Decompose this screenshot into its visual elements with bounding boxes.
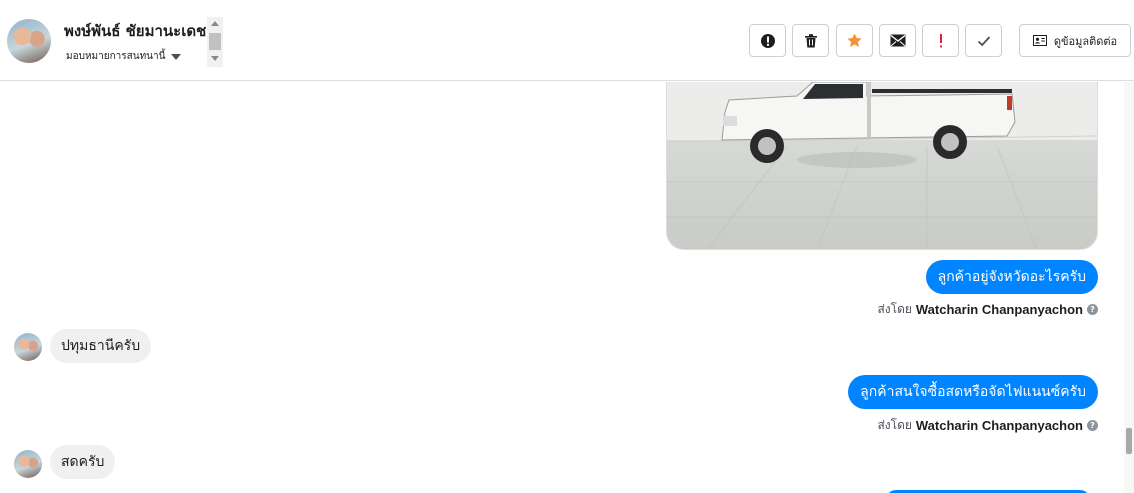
- mark-spam-button[interactable]: [749, 24, 786, 57]
- scroll-thumb[interactable]: [209, 33, 221, 50]
- pickup-truck-photo: [667, 82, 1097, 249]
- sent-by-prefix: ส่งโดย: [877, 418, 912, 432]
- contact-avatar-small[interactable]: [14, 333, 42, 361]
- contact-name[interactable]: พงษ์พันธ์ ชัยมานะเดช: [64, 19, 206, 43]
- caret-down-icon: [171, 53, 182, 60]
- contact-avatar[interactable]: [7, 19, 51, 63]
- thread-scrollbar[interactable]: [1124, 82, 1134, 493]
- contact-card-icon: [1032, 35, 1047, 46]
- incoming-message[interactable]: สดครับ: [50, 445, 116, 479]
- sent-by-line: ส่งโดย Watcharin Chanpanyachon ?: [877, 416, 1098, 435]
- help-icon[interactable]: ?: [1087, 304, 1098, 315]
- help-icon[interactable]: ?: [1087, 420, 1098, 431]
- star-icon: [847, 33, 862, 47]
- contact-avatar-small[interactable]: [14, 450, 42, 478]
- mark-unread-button[interactable]: [879, 24, 916, 57]
- sender-name[interactable]: Watcharin Chanpanyachon: [916, 302, 1083, 317]
- assign-label: มอบหมายการสนทนานี้: [66, 51, 166, 62]
- view-contact-info-button[interactable]: ดูข้อมูลติดต่อ: [1019, 24, 1131, 57]
- sent-by-line: ส่งโดย Watcharin Chanpanyachon ?: [877, 300, 1098, 319]
- red-exclamation-icon: [939, 33, 942, 47]
- view-contact-info-label: ดูข้อมูลติดต่อ: [1053, 34, 1118, 48]
- delete-button[interactable]: [792, 24, 829, 57]
- outgoing-message[interactable]: ลูกค้าสนใจซื้อสดหรือจัดไฟแนนซ์ครับ: [848, 375, 1098, 409]
- trash-icon: [804, 33, 817, 47]
- star-button[interactable]: [836, 24, 873, 57]
- sent-by-prefix: ส่งโดย: [877, 302, 912, 316]
- mark-done-button[interactable]: [965, 24, 1002, 57]
- scroll-down-arrow-icon[interactable]: [211, 56, 219, 61]
- outgoing-message[interactable]: ลูกค้าอยู่จังหวัดอะไรครับ: [925, 260, 1098, 294]
- sender-name[interactable]: Watcharin Chanpanyachon: [916, 418, 1083, 433]
- check-icon: [977, 35, 990, 46]
- exclamation-circle-icon: [760, 33, 775, 48]
- thread-scroll-thumb[interactable]: [1126, 428, 1132, 454]
- scroll-up-arrow-icon[interactable]: [211, 21, 219, 26]
- incoming-message[interactable]: ปทุมธานีครับ: [50, 329, 152, 363]
- envelope-icon: [890, 34, 905, 47]
- mark-important-button[interactable]: [922, 24, 959, 57]
- assign-conversation-dropdown[interactable]: มอบหมายการสนทนานี้: [66, 49, 182, 64]
- conversation-header: พงษ์พันธ์ ชัยมานะเดช มอบหมายการสนทนานี้: [0, 0, 1134, 81]
- message-thread: ลูกค้าอยู่จังหวัดอะไรครับ ส่งโดย Watchar…: [0, 82, 1124, 493]
- shared-photo[interactable]: [666, 82, 1098, 250]
- header-scrollbar[interactable]: [207, 17, 223, 67]
